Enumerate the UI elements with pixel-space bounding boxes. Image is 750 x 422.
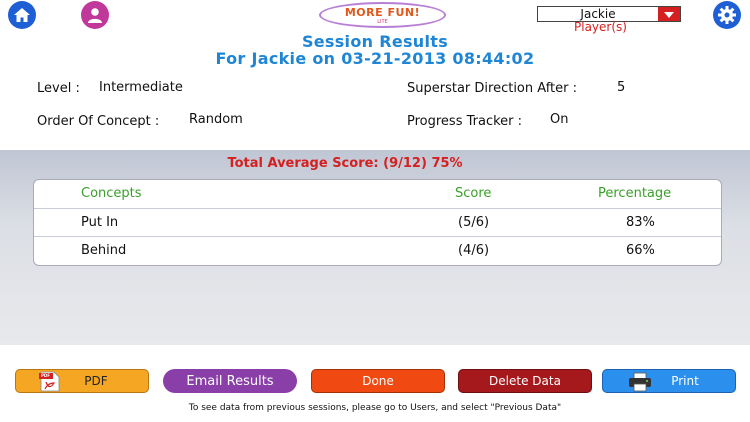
progress-value: On [550, 112, 569, 127]
column-header-score: Score [455, 186, 492, 201]
home-icon [14, 8, 30, 22]
table-header-row: Concepts Score Percentage [34, 180, 721, 208]
print-label: Print [671, 374, 699, 388]
app-logo: MORE FUN! LITE [319, 2, 446, 28]
superstar-label: Superstar Direction After : [407, 81, 577, 96]
dropdown-arrow-icon[interactable] [658, 7, 680, 21]
print-button[interactable]: Print [602, 369, 736, 393]
delete-data-button[interactable]: Delete Data [458, 369, 592, 393]
gear-icon [718, 6, 736, 24]
order-label: Order Of Concept : [37, 114, 160, 129]
results-table: Concepts Score Percentage Put In (5/6) 8… [33, 179, 722, 266]
column-header-concepts: Concepts [81, 186, 142, 201]
pdf-icon-text: PDF [41, 373, 50, 378]
done-label: Done [362, 374, 394, 388]
page-subtitle: For Jackie on 03-21-2013 08:44:02 [215, 49, 535, 68]
email-results-button[interactable]: Email Results [163, 369, 297, 393]
home-button[interactable] [8, 1, 36, 29]
percentage-cell: 66% [626, 243, 655, 258]
column-header-percentage: Percentage [598, 186, 672, 201]
done-button[interactable]: Done [311, 369, 445, 393]
percentage-cell: 83% [626, 215, 655, 230]
level-value: Intermediate [99, 80, 183, 95]
printer-icon [627, 372, 653, 392]
superstar-value: 5 [617, 80, 626, 95]
table-row[interactable]: Behind (4/6) 66% [34, 236, 721, 265]
level-label: Level : [37, 81, 80, 96]
pdf-button[interactable]: PDF PDF [15, 369, 149, 393]
settings-button[interactable] [713, 1, 741, 29]
score-cell: (4/6) [458, 243, 490, 258]
logo-subtitle: LITE [377, 19, 388, 25]
logo-title: MORE FUN! [344, 6, 421, 19]
table-row[interactable]: Put In (5/6) 83% [34, 208, 721, 237]
score-cell: (5/6) [458, 215, 490, 230]
delete-data-label: Delete Data [489, 374, 561, 388]
footer-note: To see data from previous sessions, plea… [188, 403, 562, 413]
users-button[interactable] [81, 1, 109, 29]
total-average-score: Total Average Score: (9/12) 75% [227, 156, 463, 171]
order-value: Random [189, 112, 243, 127]
pdf-button-label: PDF [84, 374, 108, 388]
concept-cell: Behind [81, 243, 127, 258]
email-results-label: Email Results [186, 373, 274, 389]
concept-cell: Put In [81, 215, 119, 230]
progress-label: Progress Tracker : [407, 114, 523, 129]
user-icon [88, 8, 102, 23]
pdf-icon: PDF [38, 371, 62, 392]
